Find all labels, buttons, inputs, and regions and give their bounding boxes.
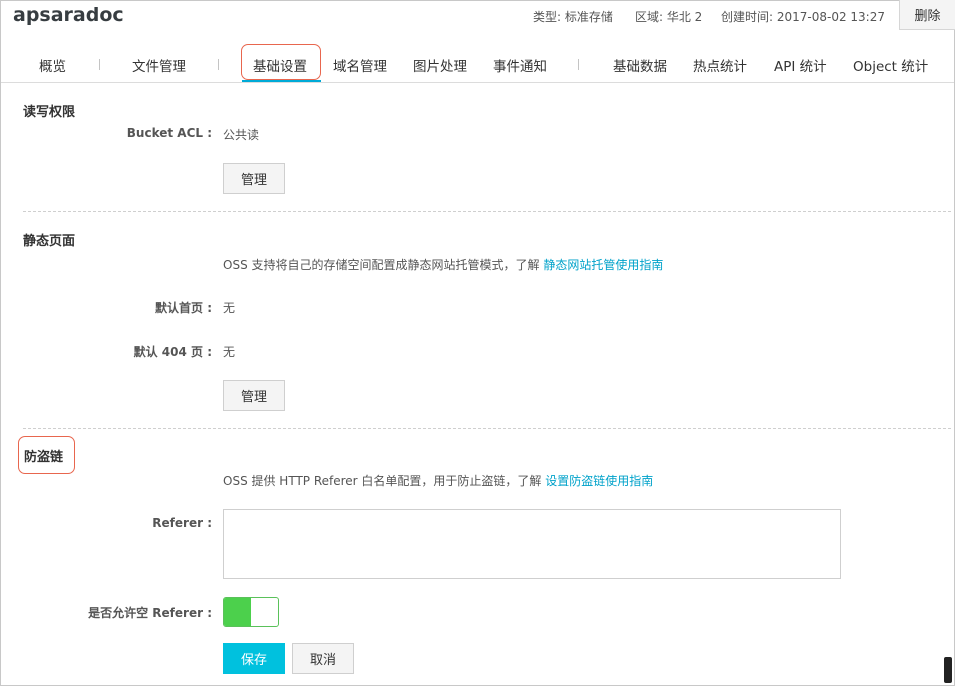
- section-divider: [23, 428, 951, 429]
- static-description-text: OSS 支持将自己的存储空间配置成静态网站托管模式，了解: [223, 258, 544, 272]
- tab-object-stats[interactable]: Object 统计: [853, 55, 928, 75]
- tab-file-management[interactable]: 文件管理: [132, 55, 186, 75]
- static-guide-link[interactable]: 静态网站托管使用指南: [543, 258, 663, 272]
- allow-empty-referer-label: 是否允许空 Referer :: [88, 606, 212, 620]
- bucket-acl-label: Bucket ACL :: [126, 126, 212, 140]
- tab-event-notification[interactable]: 事件通知: [493, 55, 547, 75]
- scrollbar-thumb[interactable]: [944, 657, 952, 683]
- header-bar: apsaradoc 类型: 标准存储 区域: 华北 2 创建时间: 2017-0…: [1, 1, 954, 39]
- region: 区域: 华北 2: [635, 10, 703, 24]
- referer-label: Referer :: [152, 516, 212, 530]
- delete-button[interactable]: 删除: [899, 0, 955, 30]
- static-manage-button[interactable]: 管理: [223, 380, 285, 411]
- tab-divider: [578, 59, 579, 70]
- tab-api-stats[interactable]: API 统计: [774, 55, 827, 75]
- default-index-value: 无: [223, 301, 236, 315]
- hotlink-description: OSS 提供 HTTP Referer 白名单配置，用于防止盗链，了解 设置防盗…: [223, 472, 653, 489]
- allow-empty-referer-toggle[interactable]: [223, 597, 279, 627]
- default-404-label: 默认 404 页 :: [133, 345, 212, 359]
- static-description: OSS 支持将自己的存储空间配置成静态网站托管模式，了解 静态网站托管使用指南: [223, 256, 663, 273]
- referer-input[interactable]: [223, 509, 841, 579]
- cancel-button[interactable]: 取消: [292, 643, 354, 674]
- save-button[interactable]: 保存: [223, 643, 285, 674]
- storage-type: 类型: 标准存储: [533, 10, 613, 24]
- default-index-label: 默认首页 :: [155, 301, 212, 315]
- tab-basic-settings[interactable]: 基础设置: [253, 55, 307, 75]
- bucket-acl-value: 公共读: [223, 128, 260, 142]
- tab-domain-management[interactable]: 域名管理: [333, 55, 387, 75]
- acl-section-title: 读写权限: [23, 105, 76, 120]
- hotlink-description-text: OSS 提供 HTTP Referer 白名单配置，用于防止盗链，了解: [223, 474, 546, 488]
- static-section-title: 静态页面: [23, 234, 76, 249]
- tab-bar: 概览 文件管理 基础设置 域名管理 图片处理 事件通知 基础数据 热点统计 AP…: [1, 40, 954, 83]
- bucket-title: apsaradoc: [13, 4, 124, 26]
- hotlink-section-title: 防盗链: [24, 450, 64, 465]
- toggle-on-indicator: [224, 598, 251, 626]
- tab-overview[interactable]: 概览: [39, 55, 66, 75]
- acl-manage-button[interactable]: 管理: [223, 163, 285, 194]
- tab-image-processing[interactable]: 图片处理: [413, 55, 467, 75]
- tab-divider: [99, 59, 100, 70]
- hotlink-guide-link[interactable]: 设置防盗链使用指南: [545, 474, 653, 488]
- tab-hotspot-stats[interactable]: 热点统计: [693, 55, 747, 75]
- tab-divider: [218, 59, 219, 70]
- tab-basic-data[interactable]: 基础数据: [613, 55, 667, 75]
- active-tab-underline: [242, 80, 321, 82]
- created-time: 创建时间: 2017-08-02 13:27: [721, 10, 885, 24]
- default-404-value: 无: [223, 345, 236, 359]
- section-divider: [23, 211, 951, 212]
